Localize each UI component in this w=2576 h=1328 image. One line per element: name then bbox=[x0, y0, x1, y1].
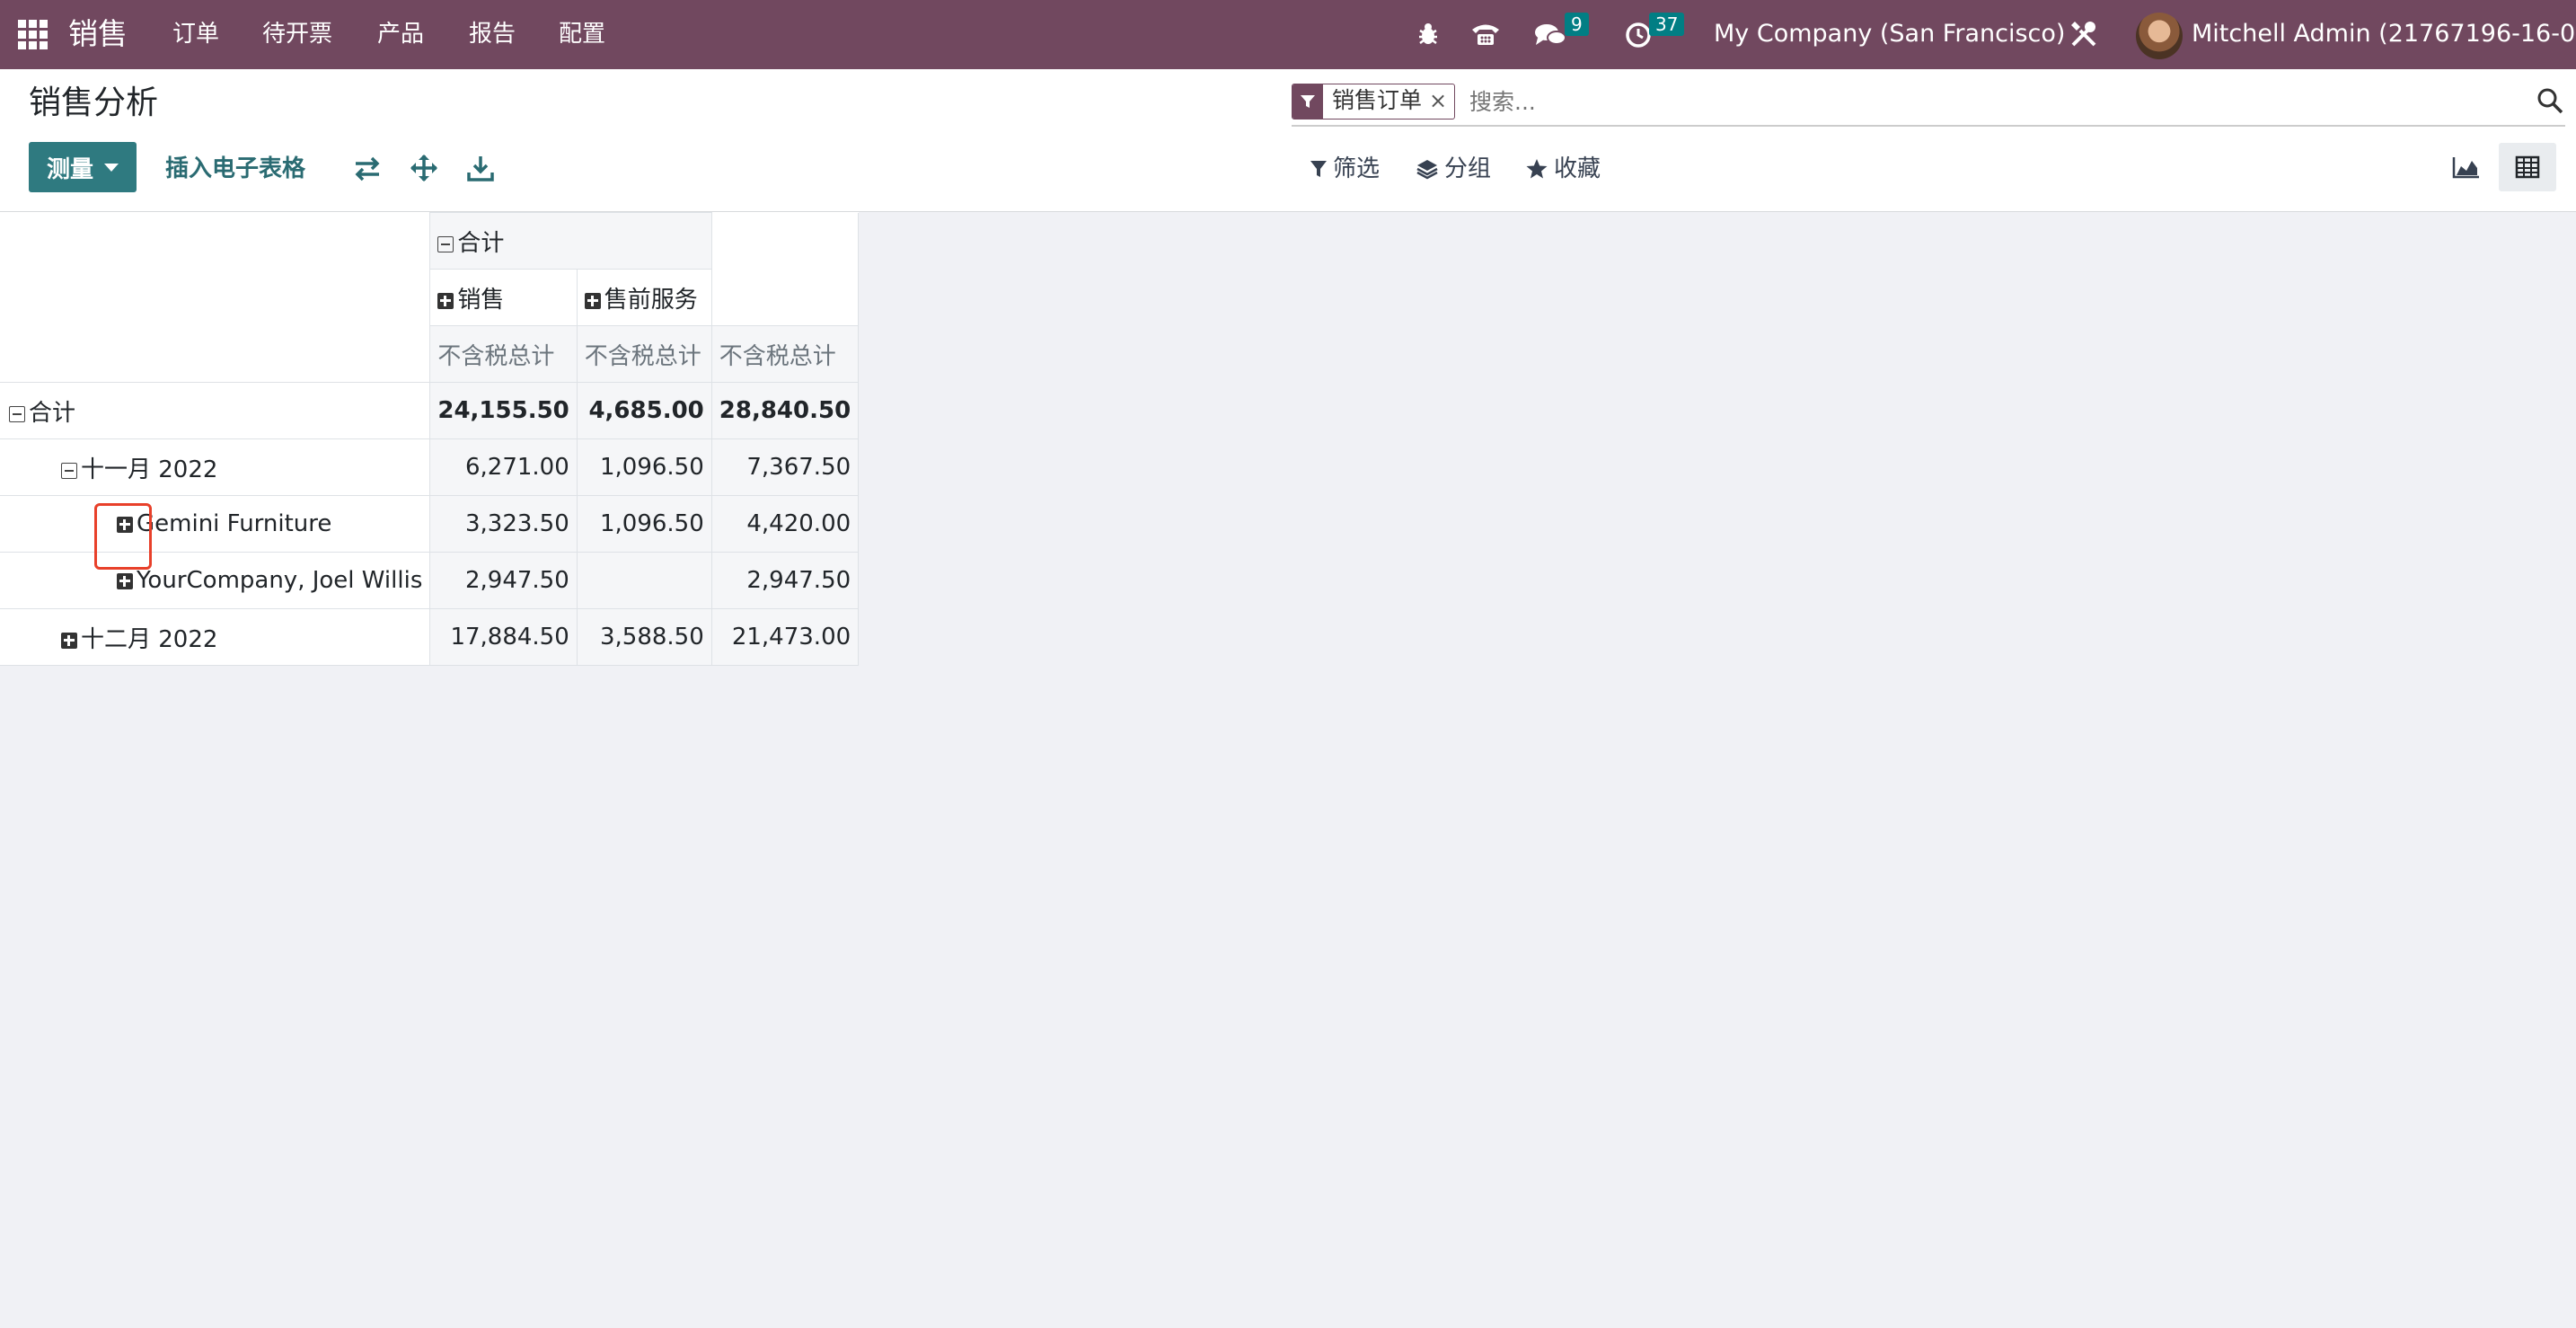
graph-view-button[interactable] bbox=[2438, 143, 2495, 191]
row-label: 合计 bbox=[29, 399, 76, 427]
col-header-total-label: 合计 bbox=[457, 229, 505, 257]
table-icon bbox=[2515, 155, 2540, 179]
cell-value[interactable]: 1,096.50 bbox=[576, 438, 712, 496]
cell-value[interactable]: 4,420.00 bbox=[710, 495, 860, 553]
measure-header[interactable]: 不含税总计 bbox=[710, 325, 860, 383]
row-header-december[interactable]: 十二月 2022 bbox=[0, 608, 431, 666]
favorites-button[interactable]: 收藏 bbox=[1525, 154, 1601, 184]
collapse-icon bbox=[9, 405, 25, 422]
filter-label: 筛选 bbox=[1333, 155, 1381, 182]
pivot-table: 合计 销售 售前服务 不含税总计 不含税总计 不含税总计 合计 24,155.5… bbox=[0, 212, 860, 666]
col-header-sales[interactable]: 销售 bbox=[429, 269, 578, 326]
phone-icon[interactable] bbox=[1468, 16, 1504, 52]
insert-spreadsheet-button[interactable]: 插入电子表格 bbox=[165, 154, 305, 184]
measure-label: 测量 bbox=[46, 155, 93, 183]
expand-icon bbox=[117, 517, 133, 533]
company-switcher[interactable]: My Company (San Francisco) bbox=[1714, 18, 2065, 50]
row-header-november[interactable]: 十一月 2022 bbox=[0, 438, 431, 496]
flip-axis-icon[interactable] bbox=[352, 153, 383, 183]
collapse-icon bbox=[437, 235, 454, 252]
measure-header[interactable]: 不含税总计 bbox=[576, 325, 712, 383]
expand-icon bbox=[584, 292, 601, 309]
menu-orders[interactable]: 订单 bbox=[172, 18, 219, 50]
table-row: YourCompany, Joel Willis 2,947.50 2,947.… bbox=[0, 552, 860, 609]
facet-remove-button[interactable]: × bbox=[1429, 84, 1454, 119]
filter-button[interactable]: 筛选 bbox=[1310, 154, 1380, 184]
top-navbar: 销售 订单 待开票 产品 报告 配置 9 37 My Company (San … bbox=[0, 0, 2576, 69]
apps-grid-icon[interactable] bbox=[18, 20, 48, 49]
user-menu[interactable]: Mitchell Admin (21767196-16-0-all) bbox=[2192, 18, 2576, 50]
search-facet: 销售订单 × bbox=[1292, 84, 1456, 120]
search-icon[interactable] bbox=[2535, 85, 2565, 116]
cell-value[interactable]: 4,685.00 bbox=[576, 382, 712, 439]
expand-icon bbox=[61, 632, 77, 649]
download-icon[interactable] bbox=[465, 153, 496, 183]
col-header-total[interactable]: 合计 bbox=[429, 212, 712, 270]
menu-to-invoice[interactable]: 待开票 bbox=[262, 18, 332, 50]
table-row: Gemini Furniture 3,323.50 1,096.50 4,420… bbox=[0, 495, 860, 553]
row-label: 十一月 2022 bbox=[81, 456, 218, 483]
pivot-view-button[interactable] bbox=[2499, 143, 2556, 191]
row-header-total[interactable]: 合计 bbox=[0, 382, 431, 439]
cell-value[interactable]: 24,155.50 bbox=[429, 382, 578, 439]
group-by-button[interactable]: 分组 bbox=[1416, 154, 1491, 184]
table-row: 十一月 2022 6,271.00 1,096.50 7,367.50 bbox=[0, 438, 860, 496]
menu-configuration[interactable]: 配置 bbox=[559, 18, 605, 50]
user-avatar[interactable] bbox=[2136, 13, 2183, 59]
cell-value[interactable]: 21,473.00 bbox=[710, 608, 860, 666]
tools-icon[interactable] bbox=[2066, 16, 2102, 52]
search-input[interactable] bbox=[1468, 84, 2513, 120]
expand-icon bbox=[437, 292, 454, 309]
col-header-presales-label: 售前服务 bbox=[604, 286, 698, 314]
col-header-presales[interactable]: 售前服务 bbox=[576, 269, 712, 326]
table-row: 合计 24,155.50 4,685.00 28,840.50 bbox=[0, 382, 860, 439]
filter-icon bbox=[1310, 161, 1327, 177]
favorites-label: 收藏 bbox=[1554, 155, 1601, 182]
app-name[interactable]: 销售 bbox=[68, 14, 128, 54]
cell-value[interactable] bbox=[576, 552, 712, 609]
expand-all-icon[interactable] bbox=[409, 153, 439, 183]
pivot-corner bbox=[0, 212, 431, 383]
cell-value[interactable]: 3,323.50 bbox=[429, 495, 578, 553]
cell-value[interactable]: 7,367.50 bbox=[710, 438, 860, 496]
group-by-label: 分组 bbox=[1444, 155, 1492, 182]
row-label: 十二月 2022 bbox=[81, 625, 218, 653]
layers-icon bbox=[1416, 160, 1438, 180]
chat-icon[interactable] bbox=[1532, 16, 1568, 52]
col-header-blank bbox=[710, 212, 860, 326]
filter-icon bbox=[1292, 84, 1323, 119]
row-label: Gemini Furniture bbox=[137, 510, 332, 537]
cell-value[interactable]: 17,884.50 bbox=[429, 608, 578, 666]
cell-value[interactable]: 3,588.50 bbox=[576, 608, 712, 666]
measure-button[interactable]: 测量 bbox=[29, 142, 137, 192]
row-header-yourcompany[interactable]: YourCompany, Joel Willis bbox=[0, 552, 431, 609]
caret-down-icon bbox=[104, 163, 119, 172]
table-row: 十二月 2022 17,884.50 3,588.50 21,473.00 bbox=[0, 608, 860, 666]
collapse-icon bbox=[61, 462, 77, 479]
row-header-gemini-furniture[interactable]: Gemini Furniture bbox=[0, 495, 431, 553]
cell-value[interactable]: 6,271.00 bbox=[429, 438, 578, 496]
area-chart-icon bbox=[2452, 157, 2479, 179]
cell-value[interactable]: 2,947.50 bbox=[710, 552, 860, 609]
activities-badge: 37 bbox=[1649, 13, 1685, 36]
messages-badge: 9 bbox=[1565, 13, 1589, 36]
menu-reporting[interactable]: 报告 bbox=[469, 18, 516, 50]
menu-products[interactable]: 产品 bbox=[377, 18, 424, 50]
measure-header[interactable]: 不含税总计 bbox=[429, 325, 578, 383]
facet-label: 销售订单 bbox=[1332, 87, 1423, 113]
pivot-table-container: 合计 销售 售前服务 不含税总计 不含税总计 不含税总计 合计 24,155.5… bbox=[0, 212, 860, 666]
star-icon bbox=[1526, 159, 1548, 179]
cell-value[interactable]: 28,840.50 bbox=[710, 382, 860, 439]
expand-icon bbox=[117, 573, 133, 589]
col-header-sales-label: 销售 bbox=[457, 286, 505, 314]
cell-value[interactable]: 1,096.50 bbox=[576, 495, 712, 553]
page-title: 销售分析 bbox=[29, 84, 159, 121]
cell-value[interactable]: 2,947.50 bbox=[429, 552, 578, 609]
bug-icon[interactable] bbox=[1410, 16, 1446, 52]
row-label: YourCompany, Joel Willis bbox=[137, 567, 423, 594]
search-bar: 销售订单 × bbox=[1292, 84, 2565, 127]
control-panel: 销售分析 测量 插入电子表格 销售订单 × 筛选 bbox=[0, 69, 2576, 212]
